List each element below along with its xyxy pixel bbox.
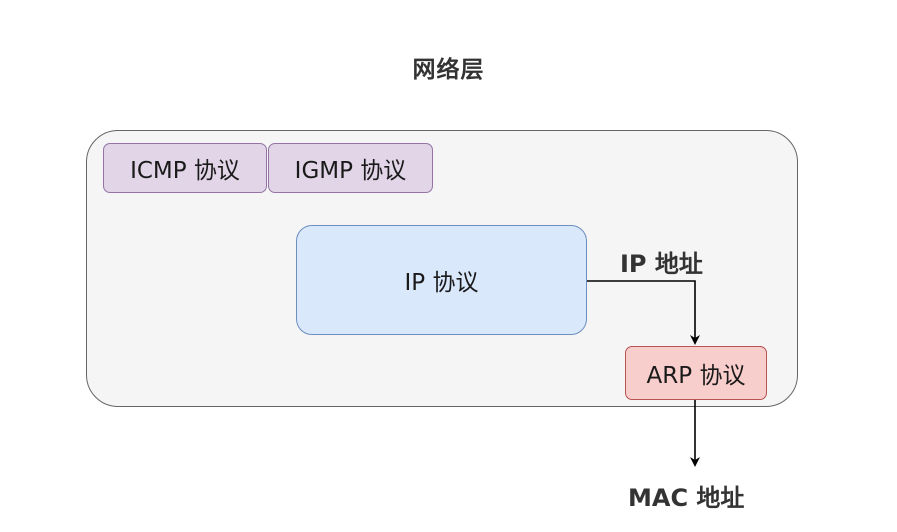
mac-address-label: MAC 地址	[628, 484, 745, 512]
ip-address-label: IP 地址	[620, 250, 703, 278]
igmp-protocol-box: IGMP 协议	[268, 143, 433, 193]
icmp-protocol-label: ICMP 协议	[130, 158, 240, 184]
arp-protocol-box: ARP 协议	[625, 346, 767, 400]
ip-protocol-box: IP 协议	[296, 225, 587, 335]
arp-protocol-label: ARP 协议	[646, 363, 746, 389]
igmp-protocol-label: IGMP 协议	[294, 158, 407, 184]
icmp-protocol-box: ICMP 协议	[103, 143, 267, 193]
diagram-title: 网络层	[412, 57, 485, 83]
ip-protocol-label: IP 协议	[404, 270, 479, 296]
